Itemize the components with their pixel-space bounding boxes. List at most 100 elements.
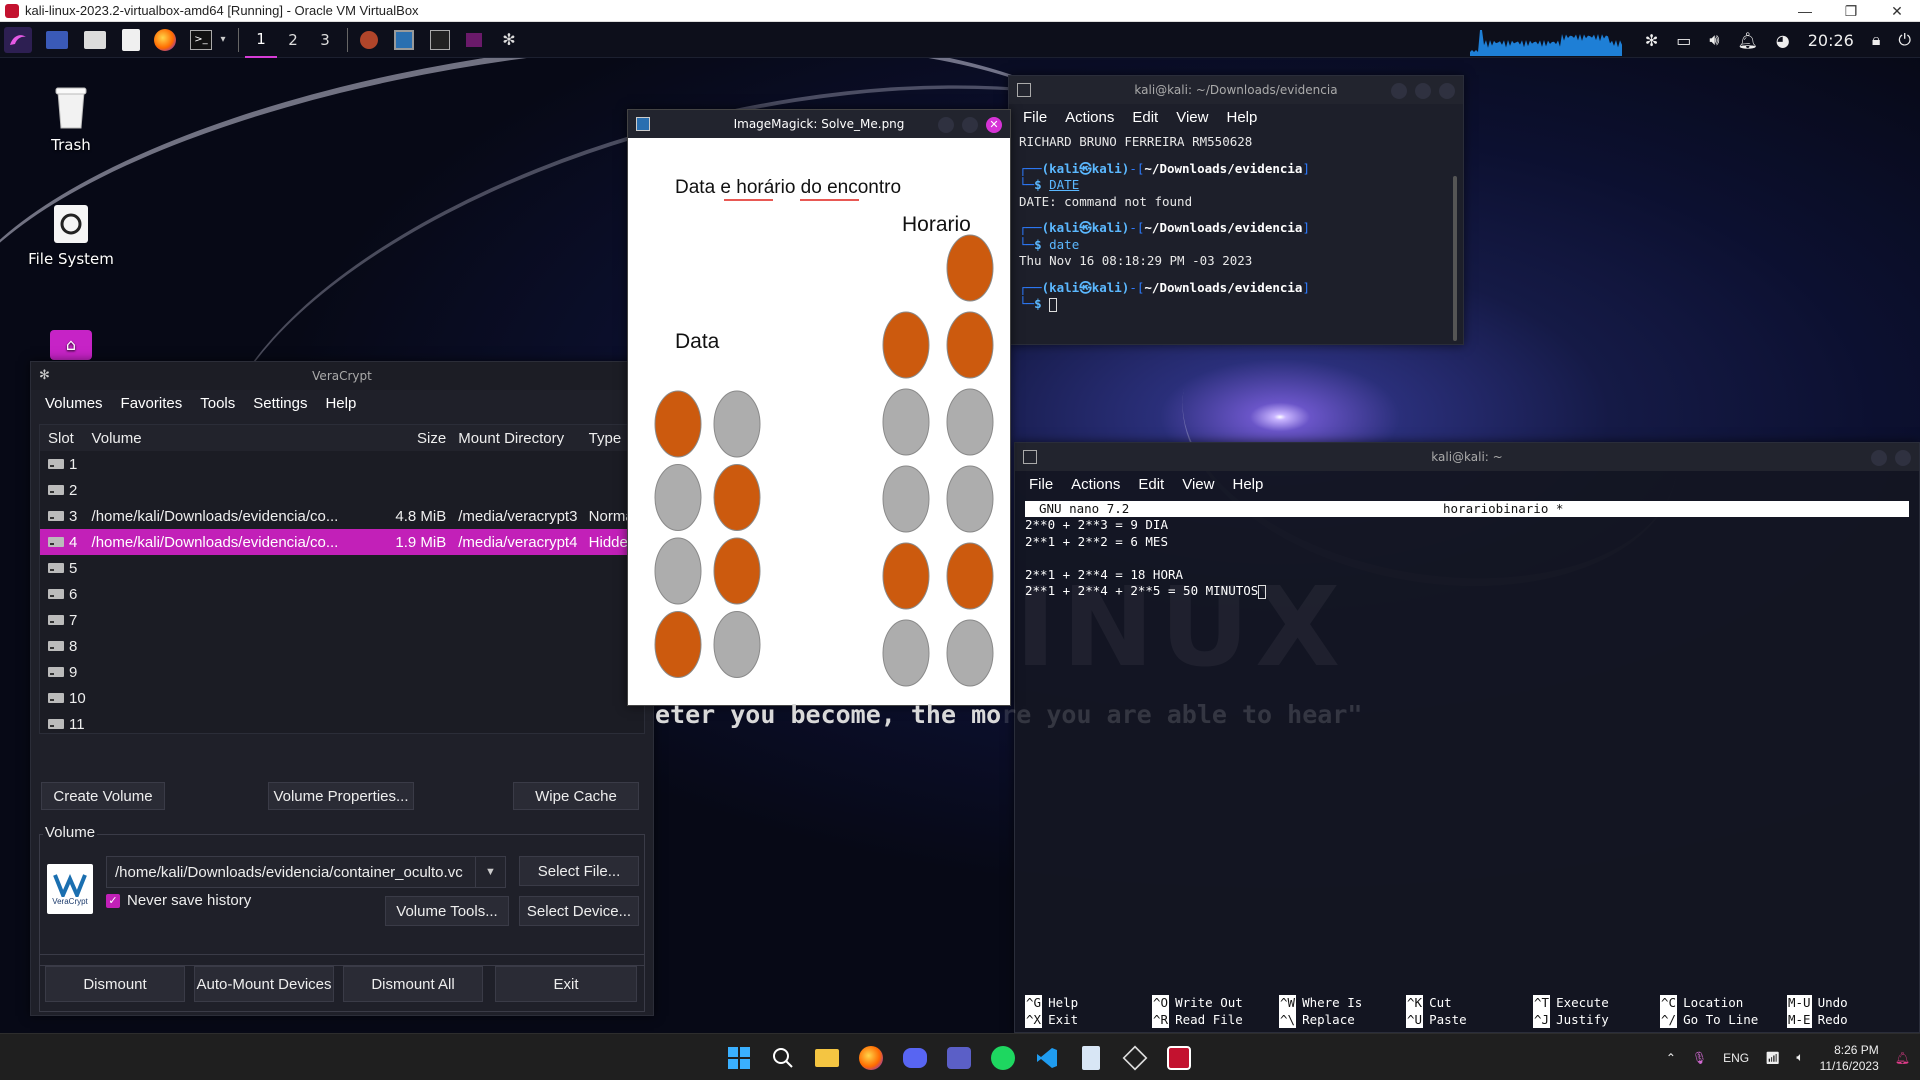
menu-view[interactable]: View — [1176, 109, 1208, 126]
windows-start-icon[interactable] — [724, 1043, 754, 1073]
terminal-output[interactable]: RICHARD BRUNO FERREIRA RM550628 ┌──(kali… — [1009, 130, 1463, 317]
volume-slot-row[interactable]: 9 — [40, 659, 644, 685]
volume-slot-row[interactable]: 8 — [40, 633, 644, 659]
volume-icon[interactable]: 🔊︎ — [1709, 30, 1719, 50]
spotify-icon[interactable] — [988, 1043, 1018, 1073]
menu-view[interactable]: View — [1182, 476, 1214, 493]
volume-slot-row[interactable]: 6 — [40, 581, 644, 607]
volume-tools-button[interactable]: Volume Tools... — [385, 896, 509, 926]
workspace-1[interactable]: 1 — [245, 22, 277, 58]
menu-file[interactable]: File — [1029, 476, 1053, 493]
show-desktop-icon[interactable] — [46, 30, 68, 49]
never-save-history-checkbox[interactable]: ✓ Never save history — [106, 892, 251, 909]
volume-slot-row[interactable]: 7 — [40, 607, 644, 633]
desktop-icon-filesystem[interactable]: File System — [16, 204, 126, 268]
dismount-button[interactable]: Dismount — [45, 966, 185, 1002]
close-icon[interactable]: ✕ — [986, 117, 1002, 133]
power-icon[interactable]: ◕ — [1776, 31, 1790, 50]
kali-menu-icon[interactable] — [4, 26, 32, 53]
exit-button[interactable]: Exit — [495, 966, 637, 1002]
workspace-3[interactable]: 3 — [309, 22, 341, 58]
window-close-button[interactable] — [1439, 83, 1455, 99]
wifi-icon[interactable]: 📶︎ — [1765, 1051, 1780, 1065]
column-volume[interactable]: Volume — [86, 430, 379, 447]
volume-slot-row[interactable]: 2 — [40, 477, 644, 503]
maximize-button[interactable]: ❐ — [1828, 0, 1874, 22]
search-icon[interactable] — [768, 1043, 798, 1073]
veracrypt-logo-icon[interactable]: ✻ — [500, 30, 518, 49]
volume-slot-row[interactable]: 11 — [40, 711, 644, 737]
volume-slot-row[interactable]: 4/home/kali/Downloads/evidencia/co... 1.9… — [40, 529, 644, 555]
windows-clock[interactable]: 8:26 PM 11/16/2023 — [1820, 1042, 1879, 1074]
volume-properties-button[interactable]: Volume Properties... — [268, 782, 414, 810]
menu-settings[interactable]: Settings — [253, 395, 307, 412]
window-maximize-button[interactable] — [962, 117, 978, 133]
create-volume-button[interactable]: Create Volume — [41, 782, 165, 810]
window-minimize-button[interactable] — [1391, 83, 1407, 99]
notification-bell-icon[interactable]: 🔔︎ — [1737, 31, 1757, 50]
image-canvas[interactable]: Data e horário do encontro Horario Data — [628, 138, 1010, 705]
chevron-up-icon[interactable]: ⌃ — [1666, 1051, 1676, 1065]
select-device-button[interactable]: Select Device... — [519, 896, 639, 926]
menu-actions[interactable]: Actions — [1065, 109, 1114, 126]
file-explorer-icon[interactable] — [812, 1043, 842, 1073]
notification-icon[interactable]: 🔔︎ — [1895, 1051, 1910, 1065]
dismount-all-button[interactable]: Dismount All — [343, 966, 483, 1002]
nano-editor[interactable]: 2**0 + 2**3 = 9 DIA 2**1 + 2**2 = 6 MES … — [1015, 517, 1919, 600]
minimize-button[interactable]: — — [1782, 0, 1828, 22]
imagemagick-task-icon[interactable] — [394, 29, 414, 50]
menu-volumes[interactable]: Volumes — [45, 395, 103, 412]
speaker-icon[interactable]: 🔈︎ — [1796, 1050, 1803, 1065]
menu-help[interactable]: Help — [1226, 109, 1257, 126]
auto-mount-devices-button[interactable]: Auto-Mount Devices — [194, 966, 334, 1002]
volume-slot-row[interactable]: 5 — [40, 555, 644, 581]
menu-help[interactable]: Help — [1232, 476, 1263, 493]
taskbar-app-icon[interactable] — [360, 30, 378, 49]
volume-slot-row[interactable]: 1 — [40, 451, 644, 477]
chevron-down-icon[interactable]: ▾ — [218, 27, 228, 53]
menu-edit[interactable]: Edit — [1138, 476, 1164, 493]
workspace-2[interactable]: 2 — [277, 22, 309, 58]
menu-tools[interactable]: Tools — [200, 395, 235, 412]
close-button[interactable]: ✕ — [1874, 0, 1920, 22]
menu-file[interactable]: File — [1023, 109, 1047, 126]
teams-icon[interactable] — [944, 1043, 974, 1073]
window-minimize-button[interactable] — [1871, 450, 1887, 466]
column-mount-directory[interactable]: Mount Directory — [452, 430, 584, 447]
menu-actions[interactable]: Actions — [1071, 476, 1120, 493]
column-size[interactable]: Size — [378, 430, 452, 447]
volume-slot-row[interactable]: 10 — [40, 685, 644, 711]
microphone-icon[interactable]: 🎙︎ — [1692, 1051, 1707, 1065]
input-language[interactable]: ENG — [1723, 1051, 1749, 1065]
menu-favorites[interactable]: Favorites — [121, 395, 183, 412]
virtualbox-taskbar-icon[interactable] — [1164, 1043, 1194, 1073]
file-manager-icon[interactable] — [84, 30, 106, 49]
text-editor-icon[interactable] — [122, 28, 140, 51]
desktop-icon-trash[interactable]: Trash — [16, 86, 126, 154]
discord-icon[interactable] — [900, 1043, 930, 1073]
checkbox-checked-icon[interactable]: ✓ — [106, 893, 120, 908]
volume-path-combo[interactable]: /home/kali/Downloads/evidencia/container… — [106, 856, 506, 888]
menu-help[interactable]: Help — [325, 395, 356, 412]
window-minimize-button[interactable] — [938, 117, 954, 133]
lock-icon[interactable]: 🔒︎ — [1872, 30, 1881, 50]
terminal-icon[interactable]: >_ — [190, 29, 212, 50]
logout-icon[interactable]: ⏻ — [1898, 30, 1911, 50]
select-file-button[interactable]: Select File... — [519, 856, 639, 886]
panel-clock[interactable]: 20:26 — [1808, 31, 1854, 50]
wipe-cache-button[interactable]: Wipe Cache — [513, 782, 639, 810]
volume-slot-row[interactable]: 3/home/kali/Downloads/evidencia/co... 4.8… — [40, 503, 644, 529]
column-slot[interactable]: Slot — [40, 430, 86, 447]
notepad-icon[interactable] — [1076, 1043, 1106, 1073]
volume-table[interactable]: Slot Volume Size Mount Directory Type 12… — [39, 424, 645, 734]
vscode-icon[interactable] — [1032, 1043, 1062, 1073]
window-close-button[interactable] — [1895, 450, 1911, 466]
terminal-scrollbar[interactable] — [1453, 176, 1457, 341]
chevron-down-icon[interactable]: ▼ — [475, 857, 505, 887]
package-icon[interactable] — [1120, 1043, 1150, 1073]
firefox-icon[interactable] — [856, 1043, 886, 1073]
window-maximize-button[interactable] — [1415, 83, 1431, 99]
terminal-task-icon[interactable] — [430, 29, 450, 50]
menu-edit[interactable]: Edit — [1132, 109, 1158, 126]
veracrypt-task-icon[interactable] — [466, 32, 482, 47]
